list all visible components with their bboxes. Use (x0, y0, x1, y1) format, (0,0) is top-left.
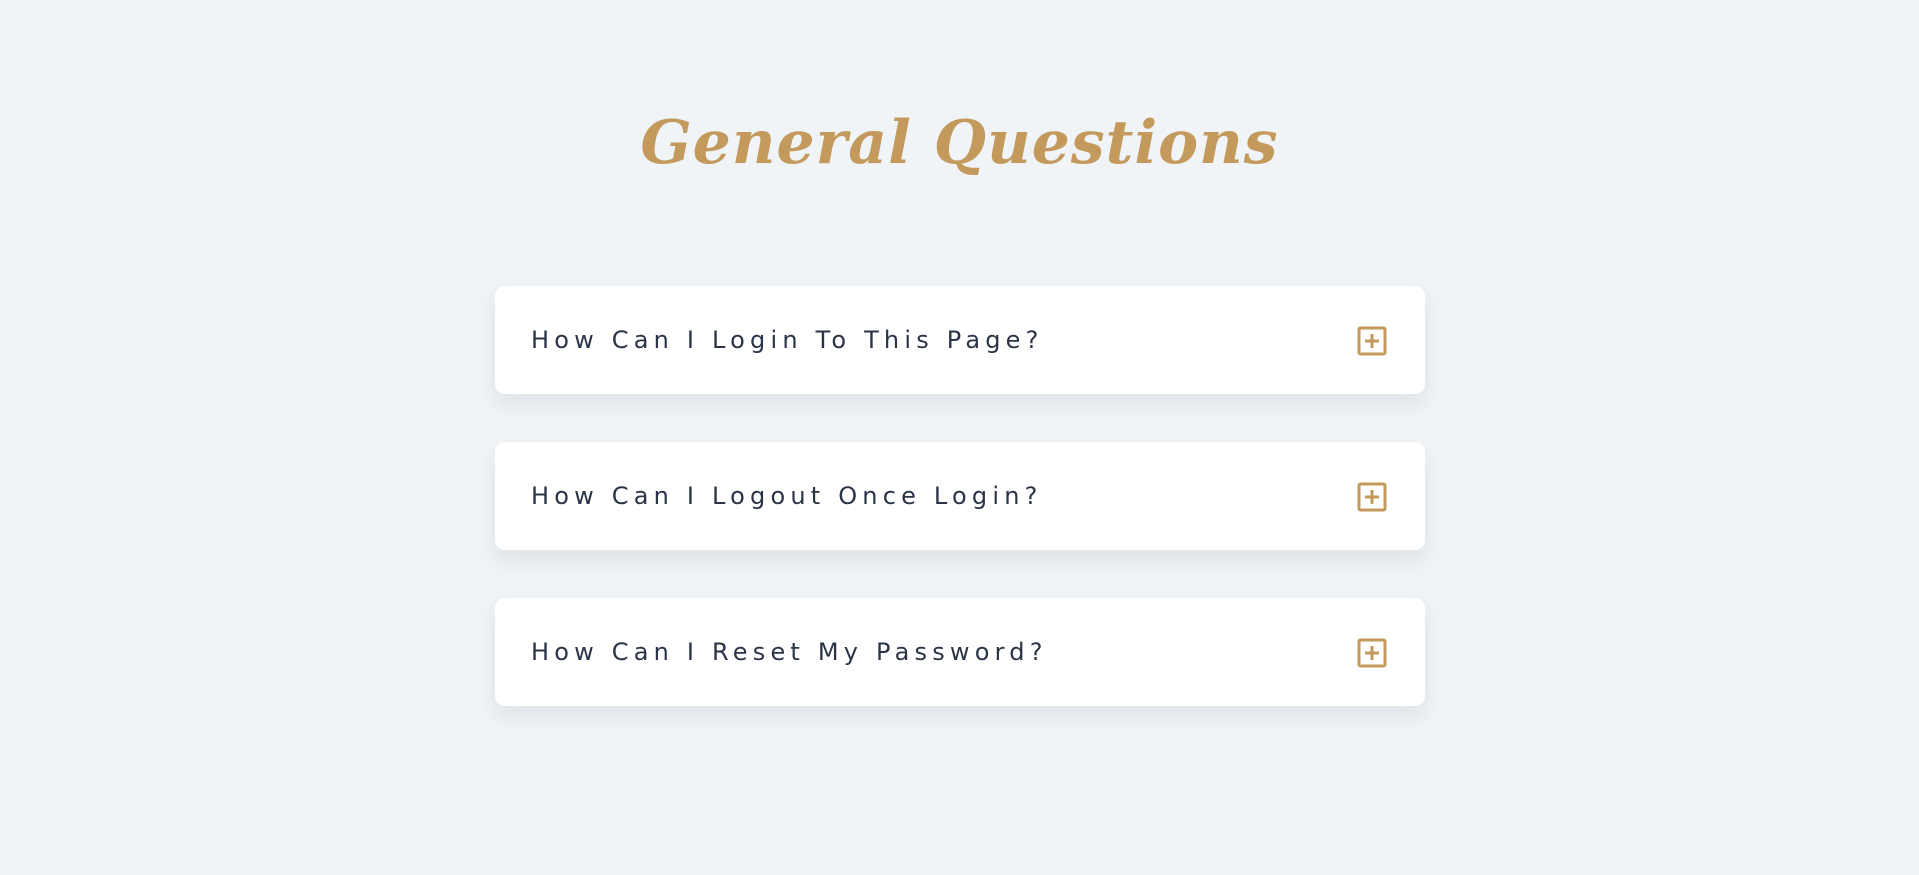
plus-square-icon[interactable] (1357, 638, 1387, 668)
faq-item-reset-password[interactable]: How Can I Reset My Password? (495, 598, 1425, 706)
page-title: General Questions (640, 108, 1279, 178)
faq-item-login[interactable]: How Can I Login To This Page? (495, 286, 1425, 394)
plus-square-icon[interactable] (1357, 326, 1387, 356)
faq-question: How Can I Reset My Password? (531, 638, 1048, 666)
faq-list: How Can I Login To This Page? How Can I … (495, 286, 1425, 754)
plus-square-icon[interactable] (1357, 482, 1387, 512)
faq-item-logout[interactable]: How Can I Logout Once Login? (495, 442, 1425, 550)
faq-question: How Can I Login To This Page? (531, 326, 1044, 354)
faq-question: How Can I Logout Once Login? (531, 482, 1043, 510)
